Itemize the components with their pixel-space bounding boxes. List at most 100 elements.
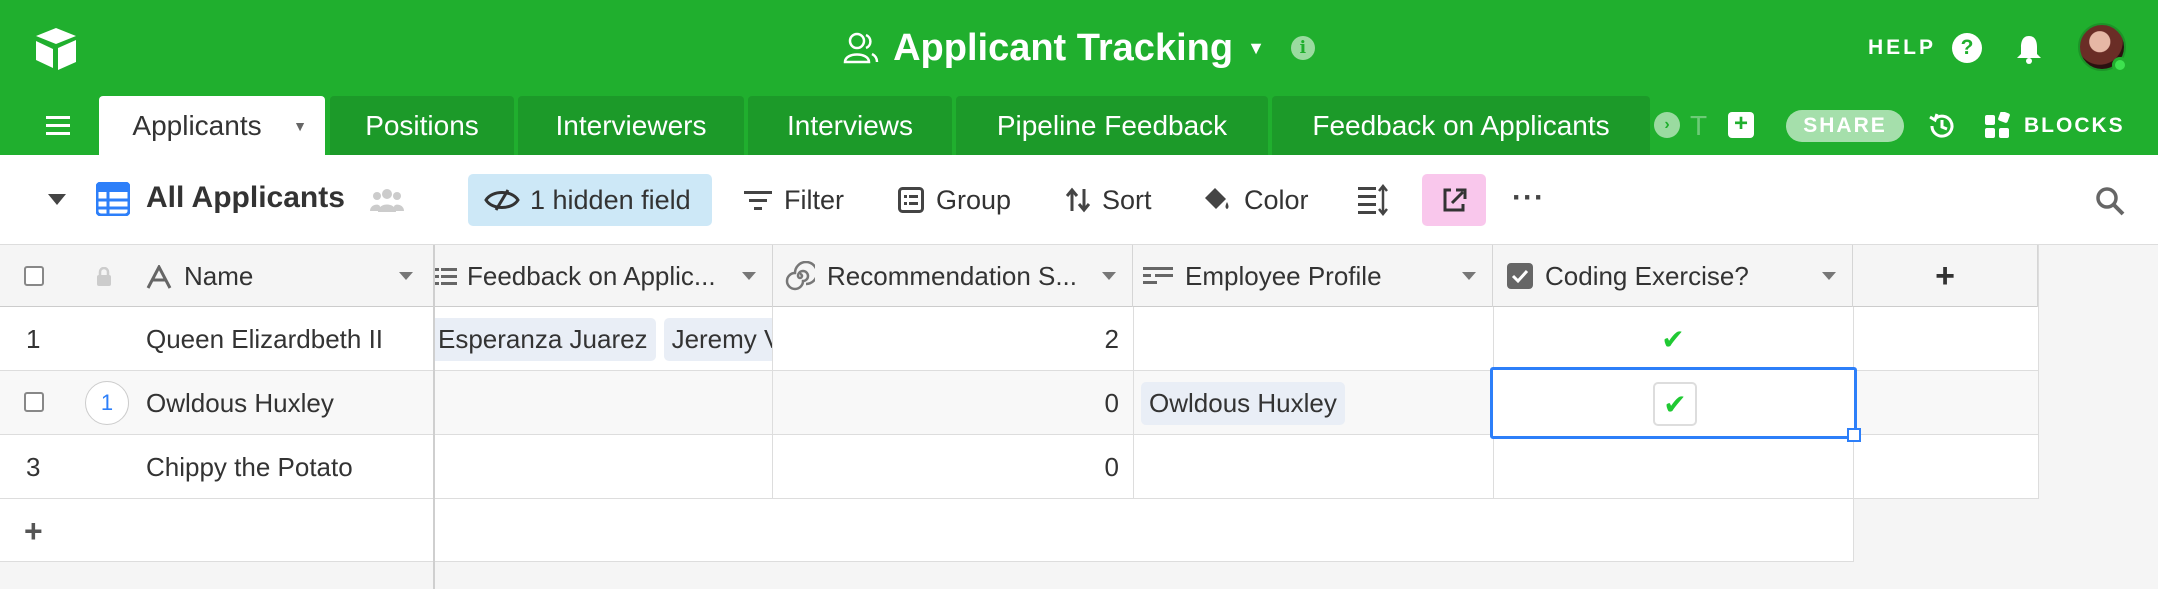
grid-view-icon [96, 182, 130, 216]
share-view-button[interactable] [1422, 174, 1486, 226]
fill-handle[interactable] [1847, 428, 1861, 442]
comment-count-badge[interactable]: 1 [85, 381, 129, 425]
chevron-right-icon[interactable]: › [1654, 112, 1680, 138]
tab-label: Applicants [132, 109, 262, 141]
hidden-fields-label: 1 hidden field [530, 184, 691, 215]
chevron-down-icon[interactable] [1822, 272, 1836, 280]
row-number: 1 [26, 323, 41, 354]
tab-label: Pipeline Feedback [996, 109, 1228, 141]
text-field-icon [146, 265, 172, 289]
employee-profile-cell[interactable]: Owldous Huxley [1141, 371, 1493, 435]
field-header-label: Employee Profile [1185, 260, 1382, 291]
filter-label: Filter [784, 184, 844, 215]
eye-slash-icon [484, 189, 520, 211]
chevron-down-icon[interactable] [742, 272, 756, 280]
group-icon [898, 187, 924, 213]
help-label[interactable]: HELP [1868, 36, 1936, 60]
name-cell[interactable]: Queen Elizardbeth II [146, 307, 433, 371]
tab-label: Interviews [786, 109, 914, 141]
row-height-icon[interactable] [1358, 184, 1388, 216]
blocks-icon[interactable] [1984, 112, 2014, 140]
chevron-down-icon[interactable] [399, 272, 413, 280]
lookup-field-icon [1143, 267, 1173, 284]
more-options-icon[interactable]: ··· [1512, 181, 1545, 215]
color-label: Color [1244, 184, 1309, 215]
share-button[interactable]: SHARE [1786, 110, 1904, 142]
field-header-label: Recommendation S... [827, 260, 1078, 291]
select-all-checkbox[interactable] [24, 266, 44, 286]
add-row-strip[interactable] [435, 499, 1853, 562]
group-button[interactable]: Group [898, 174, 1011, 226]
chevron-down-icon[interactable] [1462, 272, 1476, 280]
add-field-button[interactable]: + [1853, 245, 2038, 307]
column-divider [2038, 245, 2039, 499]
external-link-icon [1443, 188, 1467, 212]
check-icon: ✔ [1663, 388, 1687, 420]
linked-record-pill[interactable]: Esperanza Juarez [430, 317, 656, 361]
employee-profile-cell[interactable] [1133, 307, 1493, 371]
tab-label: Positions [365, 109, 479, 141]
add-row-button[interactable]: + [24, 499, 43, 563]
name-cell[interactable]: Owldous Huxley [146, 371, 433, 435]
base-title-group: Applicant Tracking ▼ i [0, 0, 2158, 96]
group-label: Group [936, 184, 1012, 215]
tab-interviews[interactable]: Interviews [748, 96, 952, 155]
tab-positions[interactable]: Positions [330, 96, 514, 155]
coding-exercise-cell[interactable]: ✔ [1493, 307, 1853, 371]
grid: Feedback on Applic... Recommendation S..… [0, 245, 2158, 589]
lock-icon [97, 267, 111, 286]
recommendation-cell[interactable]: 0 [773, 371, 1119, 435]
tab-feedback-on-applicants[interactable]: Feedback on Applicants [1272, 96, 1650, 155]
help-icon[interactable]: ? [1952, 33, 1982, 63]
field-header-feedback[interactable]: Feedback on Applic... [435, 245, 773, 307]
add-table-button[interactable]: + [1728, 112, 1754, 138]
tab-applicants[interactable]: Applicants ▼ [99, 96, 325, 155]
chevron-down-icon[interactable]: ▼ [293, 118, 307, 134]
paint-bucket-icon [1205, 188, 1229, 209]
checkbox[interactable]: ✔ [1653, 382, 1697, 426]
field-header-employee-profile[interactable]: Employee Profile [1133, 245, 1493, 307]
info-icon[interactable]: i [1290, 36, 1315, 60]
workspace-people-icon [843, 32, 879, 64]
sort-button[interactable]: Sort [1066, 174, 1152, 226]
view-name[interactable]: All Applicants [146, 181, 345, 215]
field-header-recommendation[interactable]: Recommendation S... [773, 245, 1133, 307]
tab-label: Feedback on Applicants [1312, 109, 1610, 141]
field-header-coding-exercise[interactable]: Coding Exercise? [1493, 245, 1853, 307]
color-button[interactable]: Color [1202, 174, 1309, 226]
filter-button[interactable]: Filter [744, 174, 844, 226]
primary-field-header[interactable]: Name [184, 261, 253, 292]
frozen-pane: Name 1 Queen Elizardbeth II 1 Owldous Hu… [0, 245, 435, 589]
selected-cell[interactable]: ✔ [1490, 367, 1857, 439]
row-number: 3 [26, 451, 41, 482]
views-toggle-icon[interactable] [48, 194, 66, 205]
hidden-fields-button[interactable]: 1 hidden field [468, 174, 712, 226]
add-row-strip[interactable] [0, 499, 433, 562]
check-icon: ✔ [1661, 323, 1685, 355]
chevron-down-icon[interactable] [1102, 272, 1116, 280]
link-field-icon [435, 268, 457, 285]
tab-pipeline-feedback[interactable]: Pipeline Feedback [956, 96, 1268, 155]
recommendation-cell[interactable]: 0 [773, 435, 1119, 499]
sort-label: Sort [1102, 184, 1152, 215]
online-status-dot [2112, 57, 2128, 73]
feedback-cell[interactable]: Esperanza Juarez Jeremy V [430, 307, 772, 371]
search-icon[interactable] [2094, 185, 2126, 217]
base-title[interactable]: Applicant Tracking [893, 27, 1233, 70]
history-icon[interactable] [1926, 110, 1958, 142]
rollup-field-icon [785, 261, 815, 291]
view-bar: All Applicants 1 hidden field Filter Gro… [0, 155, 2158, 245]
row-checkbox[interactable] [24, 392, 44, 412]
chevron-down-icon[interactable]: ▼ [1247, 38, 1265, 59]
linked-record-pill[interactable]: Jeremy V [663, 317, 772, 361]
tab-overflow-label[interactable]: T [1690, 110, 1707, 142]
blocks-label[interactable]: BLOCKS [2024, 114, 2125, 138]
tab-label: Interviewers [555, 109, 707, 141]
bell-icon[interactable] [2014, 33, 2044, 65]
recommendation-cell[interactable]: 2 [773, 307, 1119, 371]
name-cell[interactable]: Chippy the Potato [146, 435, 433, 499]
table-row [435, 435, 2038, 499]
menu-icon[interactable] [46, 116, 70, 136]
tab-interviewers[interactable]: Interviewers [518, 96, 744, 155]
linked-record-pill[interactable]: Owldous Huxley [1141, 381, 1345, 425]
